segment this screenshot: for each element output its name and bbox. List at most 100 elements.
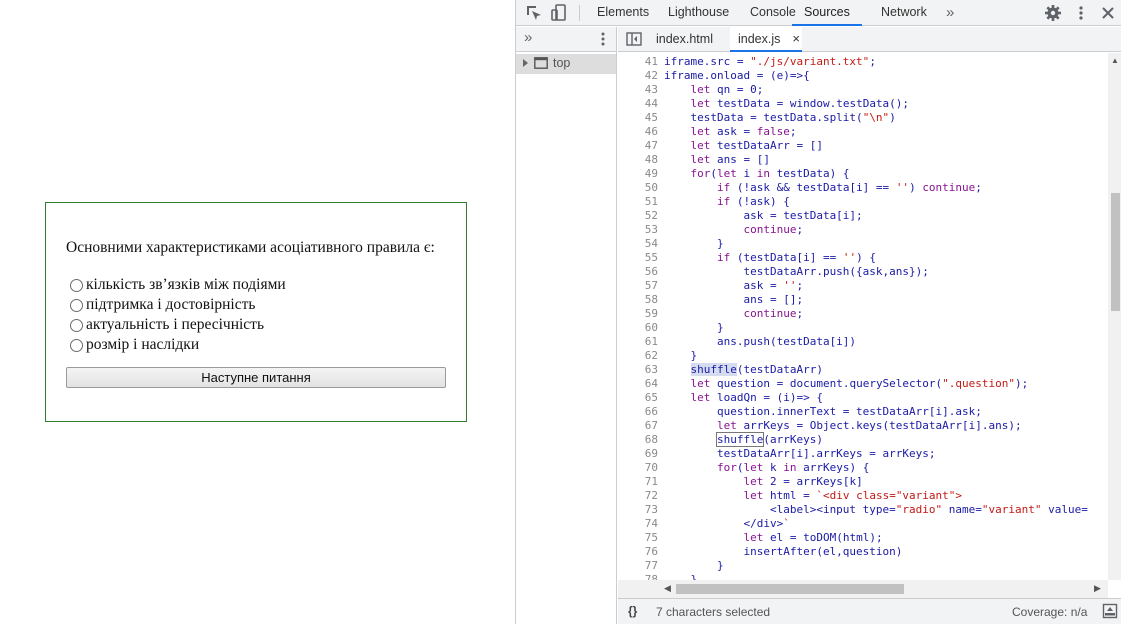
line-number: 70	[644, 461, 658, 474]
answer-label: кількість зв’язків між подіями	[86, 276, 286, 293]
code-line: shuffle(arrKeys)	[715, 432, 823, 447]
line-number: 65	[644, 391, 658, 404]
line-number: 51	[644, 195, 658, 208]
code-line: if (testData[i] == '') {	[716, 251, 876, 264]
code-line: shuffle(testDataArr)	[690, 363, 823, 376]
file-tab-index-js[interactable]: index.js ×	[730, 27, 802, 52]
line-number: 43	[644, 83, 658, 96]
line-number: 77	[644, 559, 658, 572]
code-line: continue;	[743, 223, 804, 236]
line-number: 72	[644, 489, 658, 502]
scroll-right-arrow-icon[interactable]: ▶	[1094, 583, 1101, 594]
code-editor[interactable]: 41 42 43 44 45 46 47 48 49 50 51 52 53 54 55 56 57 58 59 60…	[618, 53, 1108, 580]
next-question-button[interactable]: Наступне питання	[66, 367, 446, 388]
vertical-scroll-thumb[interactable]	[1111, 193, 1120, 311]
code-line: for(let k in arrKeys) {	[716, 461, 870, 474]
devtools-panel: Elements Lighthouse Console Sources Netw…	[515, 0, 1121, 624]
more-tabs-button[interactable]: »	[946, 0, 954, 26]
navigator-more-button[interactable]: »	[524, 29, 532, 46]
line-number: 69	[644, 447, 658, 460]
line-number: 50	[644, 181, 658, 194]
code-line: ans = [];	[664, 293, 804, 306]
tab-elements[interactable]: Elements	[597, 0, 649, 26]
line-number: 60	[644, 321, 658, 334]
close-devtools-icon[interactable]	[1098, 3, 1118, 23]
radio-button[interactable]	[70, 318, 83, 332]
quiz-container: Основними характеристиками асоціативного…	[45, 202, 467, 422]
line-number: 45	[644, 111, 658, 124]
code-line: let 2 = arrKeys[k]	[743, 475, 863, 488]
answer-option[interactable]: підтримка і достовірність	[70, 296, 255, 314]
code-line: }	[664, 321, 724, 334]
code-line: testDataArr[i].arrKeys = arrKeys;	[664, 447, 936, 460]
code-line: </div>`	[664, 517, 790, 530]
tab-sources[interactable]: Sources	[792, 0, 862, 26]
line-number: 74	[644, 517, 658, 530]
scroll-left-arrow-icon[interactable]: ◀	[664, 583, 671, 594]
file-tab-index-html[interactable]: index.html	[648, 27, 721, 52]
scroll-up-arrow-icon[interactable]: ▲	[1111, 56, 1119, 65]
line-number: 57	[644, 279, 658, 292]
line-number: 64	[644, 377, 658, 390]
code-line: let question = document.querySelector(".…	[690, 377, 1029, 390]
code-line: let loadQn = (i)=> {	[690, 391, 823, 404]
code-line: let ask = false;	[690, 125, 797, 138]
code-line: ans.push(testData[i])	[664, 335, 857, 348]
navigator-menu-icon[interactable]	[594, 29, 612, 49]
line-number-gutter: 41 42 43 44 45 46 47 48 49 50 51 52 53 54 55 56 57 58 59 60…	[618, 53, 658, 580]
code-line: }	[664, 573, 698, 580]
code-line: testDataArr.push({ask,ans});	[664, 265, 929, 278]
code-line: testData = testData.split("\n")	[664, 111, 896, 124]
line-number: 61	[644, 335, 658, 348]
inspect-element-icon[interactable]	[524, 3, 544, 23]
tree-item-label: top	[553, 56, 571, 70]
tab-network[interactable]: Network	[881, 0, 927, 26]
frame-icon	[534, 57, 548, 69]
answer-label: актуальність і пересічність	[86, 316, 265, 333]
line-number: 62	[644, 349, 658, 362]
code-line: let el = toDOM(html);	[743, 531, 883, 544]
expand-arrow-icon[interactable]	[522, 57, 530, 69]
line-number: 41	[644, 55, 658, 68]
line-number: 75	[644, 531, 658, 544]
device-toolbar-icon[interactable]	[549, 3, 569, 23]
settings-gear-icon[interactable]	[1043, 3, 1063, 23]
drawer-toggle-icon[interactable]	[1102, 603, 1118, 619]
toggle-navigator-icon[interactable]	[626, 32, 642, 46]
line-number: 58	[644, 293, 658, 306]
pretty-print-icon[interactable]: {}	[628, 604, 637, 618]
close-tab-icon[interactable]: ×	[792, 27, 800, 51]
line-number: 47	[644, 139, 658, 152]
line-number: 54	[644, 237, 658, 250]
answer-option[interactable]: актуальність і пересічність	[70, 316, 264, 334]
code-line: let qn = 0;	[690, 83, 764, 96]
line-number: 67	[644, 419, 658, 432]
tab-console[interactable]: Console	[750, 0, 796, 26]
answer-option[interactable]: розмір і наслідки	[70, 336, 199, 354]
horizontal-scrollbar[interactable]: ◀ ▶	[618, 580, 1108, 598]
tab-lighthouse[interactable]: Lighthouse	[668, 0, 729, 26]
code-line: question.innerText = testDataArr[i].ask;	[664, 405, 982, 418]
line-number: 68	[644, 433, 658, 446]
devtools-toolbar: Elements Lighthouse Console Sources Netw…	[516, 0, 1121, 26]
vertical-scrollbar[interactable]: ▲	[1108, 53, 1121, 580]
code-line: iframe.src = "./js/variant.txt";	[664, 55, 876, 68]
code-line: if (!ask && testData[i] == '') continue;	[716, 181, 982, 194]
radio-button[interactable]	[70, 278, 83, 292]
line-number: 48	[644, 153, 658, 166]
tree-item-top[interactable]: top	[516, 54, 616, 74]
kebab-menu-icon[interactable]	[1071, 3, 1091, 23]
line-number: 71	[644, 475, 658, 488]
code-line: }	[664, 237, 724, 250]
radio-button[interactable]	[70, 298, 83, 312]
code-line: }	[664, 349, 698, 362]
code-line: let testDataArr = []	[690, 139, 823, 152]
code-line: let ans = []	[690, 153, 770, 166]
line-number: 73	[644, 503, 658, 516]
horizontal-scroll-thumb[interactable]	[676, 584, 904, 594]
code-line: <label><input type="radio" name="variant…	[664, 503, 1088, 516]
line-number: 49	[644, 167, 658, 180]
line-number: 46	[644, 125, 658, 138]
answer-option[interactable]: кількість зв’язків між подіями	[70, 276, 286, 294]
radio-button[interactable]	[70, 338, 83, 352]
